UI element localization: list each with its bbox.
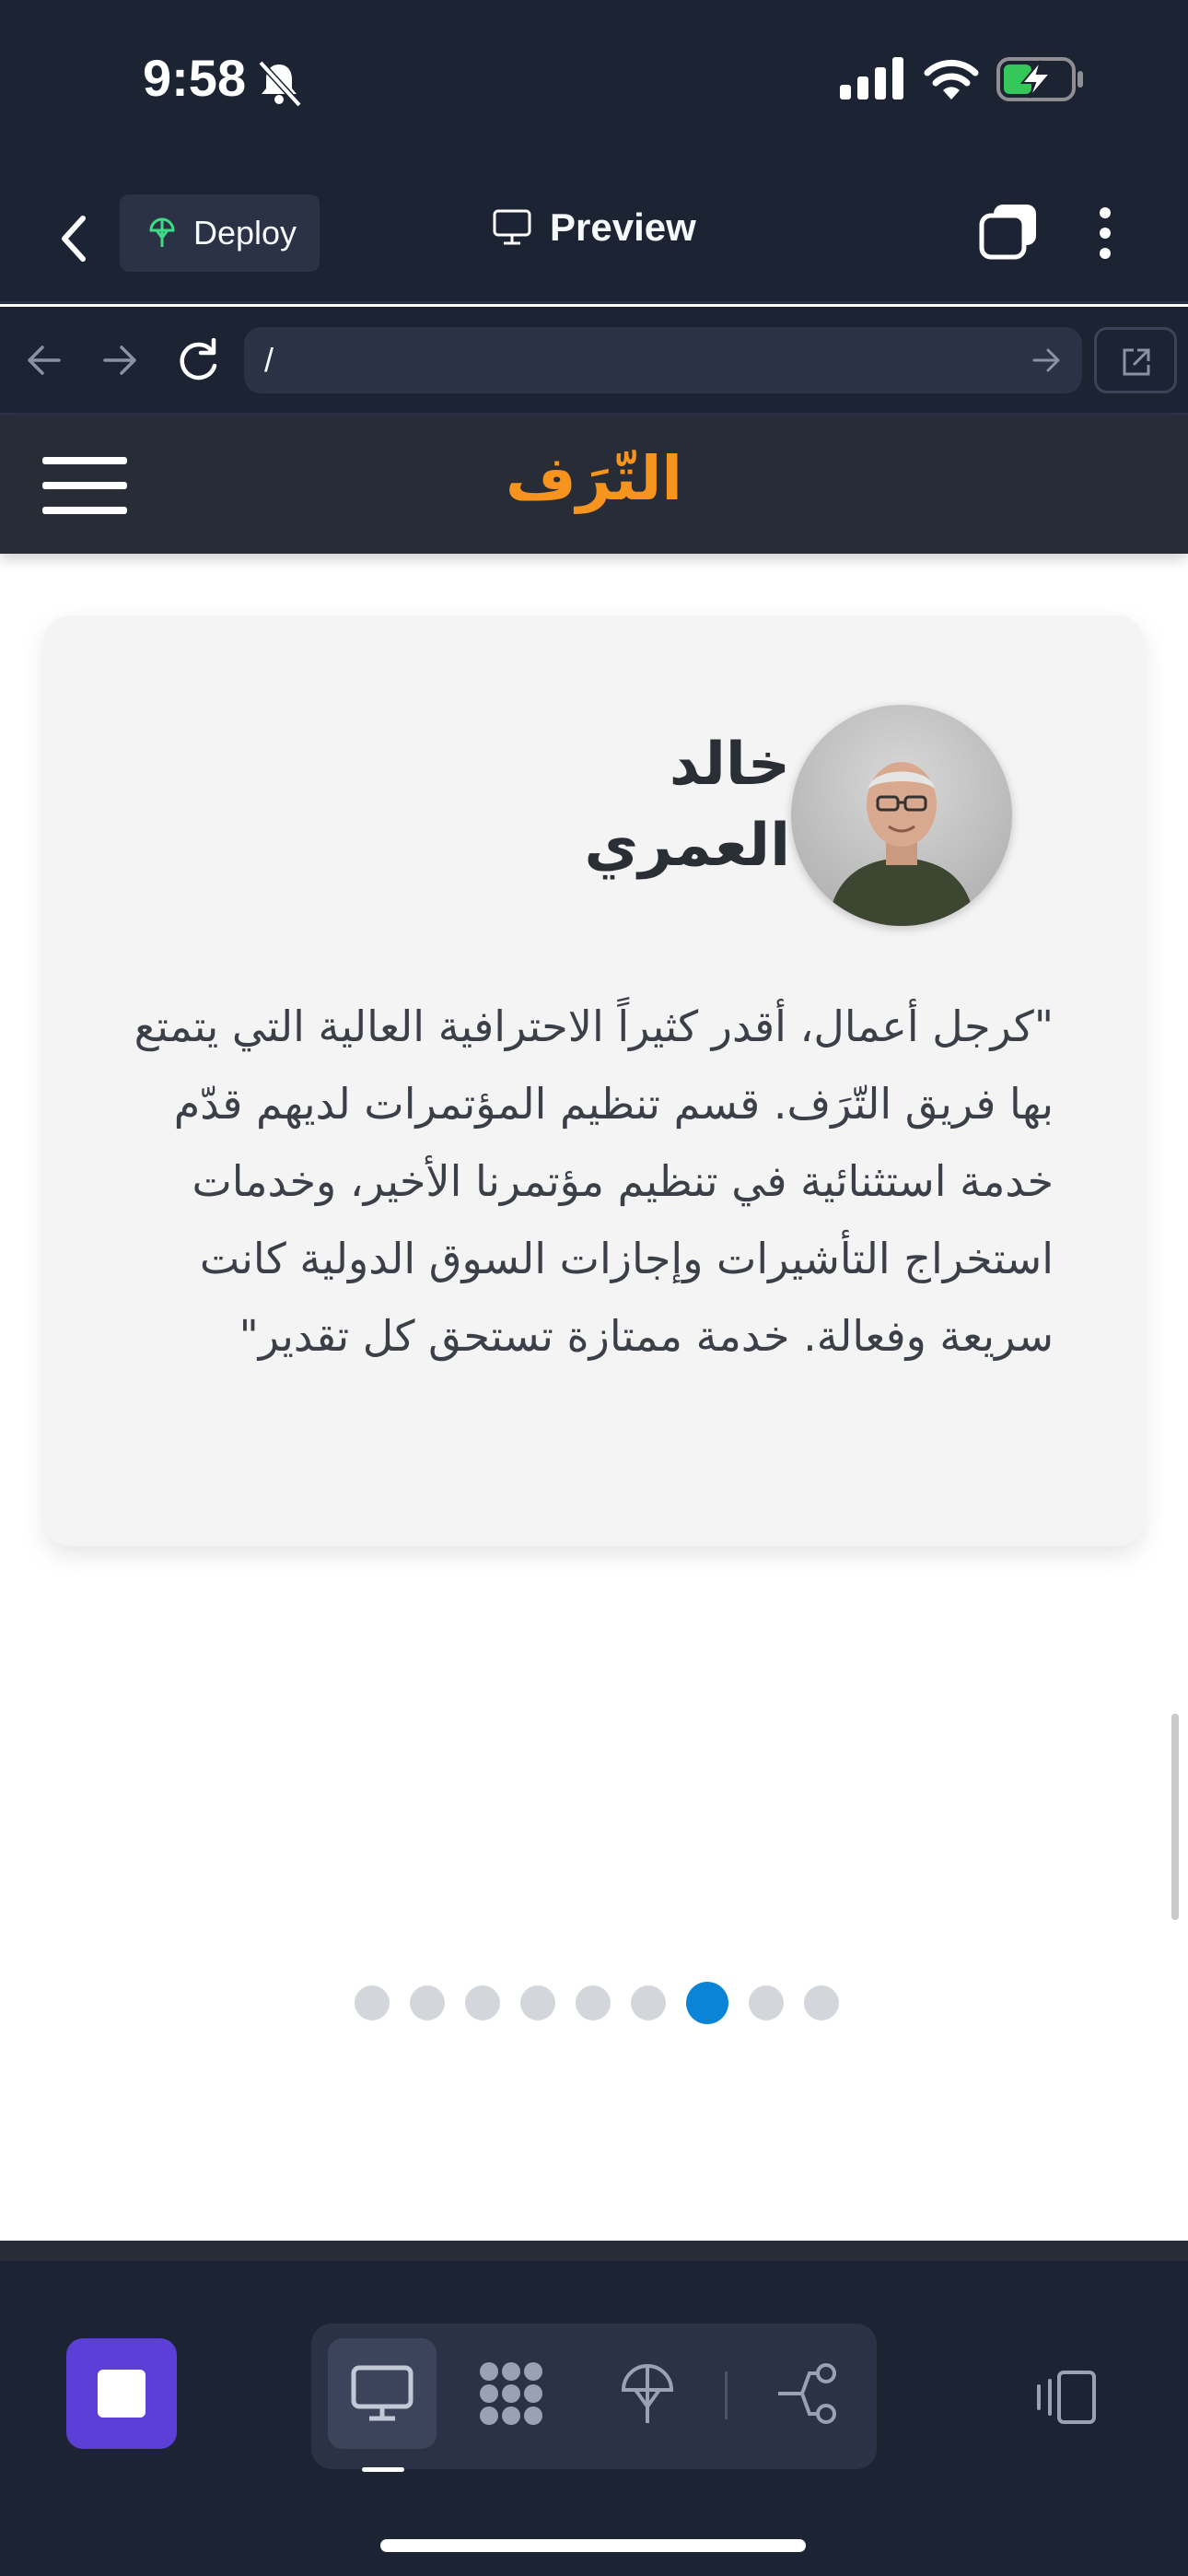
site-logo[interactable]: التّرَف [0,443,1188,514]
deploy-label: Deploy [193,214,297,252]
bell-muted-icon [258,60,302,107]
wifi-icon [924,59,979,100]
battery-charging-icon [996,57,1083,101]
ide-header: Deploy Preview [0,170,1188,304]
more-options-icon[interactable] [1096,205,1114,261]
carousel-dot[interactable] [410,1985,445,2020]
device-preview-icon[interactable] [1031,2370,1098,2425]
home-indicator[interactable] [380,2539,806,2552]
tabs-icon[interactable] [979,203,1038,260]
browser-url-bar: / [0,307,1188,416]
stop-icon [98,2370,146,2418]
go-arrow-icon[interactable] [1031,347,1061,373]
deploy-button[interactable]: Deploy [120,194,320,272]
ios-status-bar: 9:58 [0,0,1188,170]
deploy-tool-button[interactable] [593,2338,702,2449]
arrow-left-icon[interactable] [26,344,63,377]
ide-bottom-toolbar [0,2241,1188,2576]
carousel-dot[interactable] [749,1985,784,2020]
git-icon [778,2363,836,2424]
carousel-dot[interactable] [631,1985,666,2020]
carousel-pagination [355,1982,839,2024]
carousel-dot[interactable] [804,1985,839,2020]
person-photo [828,762,975,926]
toolbar-divider [725,2371,728,2419]
tool-switcher [311,2324,877,2469]
cellular-signal-icon [840,57,903,100]
preview-tool-button[interactable] [328,2338,437,2449]
avatar [791,705,1012,926]
site-navbar: التّرَف [0,416,1188,554]
stop-button[interactable] [66,2338,177,2449]
testimonial-quote: "كرجل أعمال، أقدر كثيراً الاحترافية العا… [134,1001,1054,1361]
active-tool-indicator [362,2467,404,2472]
arrow-right-icon[interactable] [101,344,138,377]
carousel-dot-active[interactable] [686,1982,728,2024]
scrollbar-thumb[interactable] [1171,1714,1179,1920]
external-link-icon [1123,348,1150,376]
status-time: 9:58 [143,49,247,107]
testimonial-author: خالد العمري [584,731,790,880]
preview-title: Preview [493,205,696,250]
carousel-dot[interactable] [520,1985,555,2020]
carousel-dot[interactable] [576,1985,611,2020]
modules-tool-button[interactable] [457,2338,565,2449]
preview-label: Preview [550,205,696,249]
reload-icon[interactable] [177,338,219,382]
back-chevron-icon[interactable] [57,213,90,264]
carousel-dot[interactable] [355,1985,390,2020]
git-tool-button[interactable] [753,2338,862,2449]
deploy-icon [149,217,175,247]
open-in-new-tab-button[interactable] [1094,327,1177,393]
monitor-icon [493,209,531,245]
preview-icon [351,2365,413,2421]
deploy-icon [621,2364,674,2423]
modules-icon [480,2362,542,2425]
testimonial-card: خالد العمري "كرجل أعمال، أقدر كثيراً الا… [44,615,1144,1546]
url-input[interactable]: / [244,327,1082,393]
carousel-dot[interactable] [465,1985,500,2020]
